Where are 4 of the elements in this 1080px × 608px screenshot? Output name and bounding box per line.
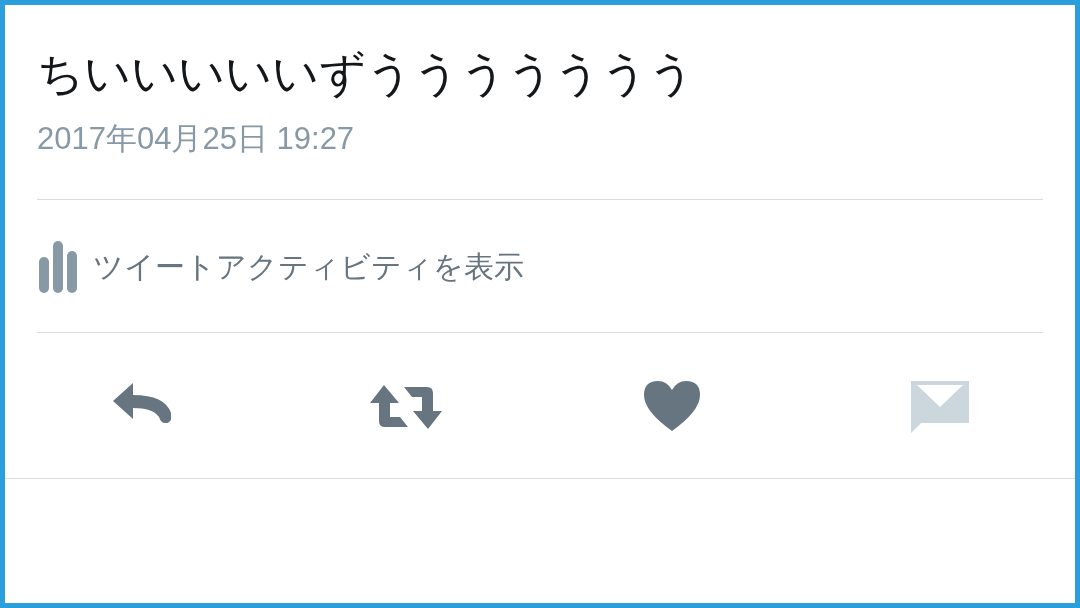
bar-chart-icon <box>37 239 79 293</box>
tweet-text: ちいいいいいずううううううう <box>37 45 696 102</box>
tweet-activity-link[interactable]: ツイートアクティビティを表示 <box>37 200 1043 332</box>
tweet-timestamp: 2017年04月25日 19:27 <box>37 120 356 158</box>
